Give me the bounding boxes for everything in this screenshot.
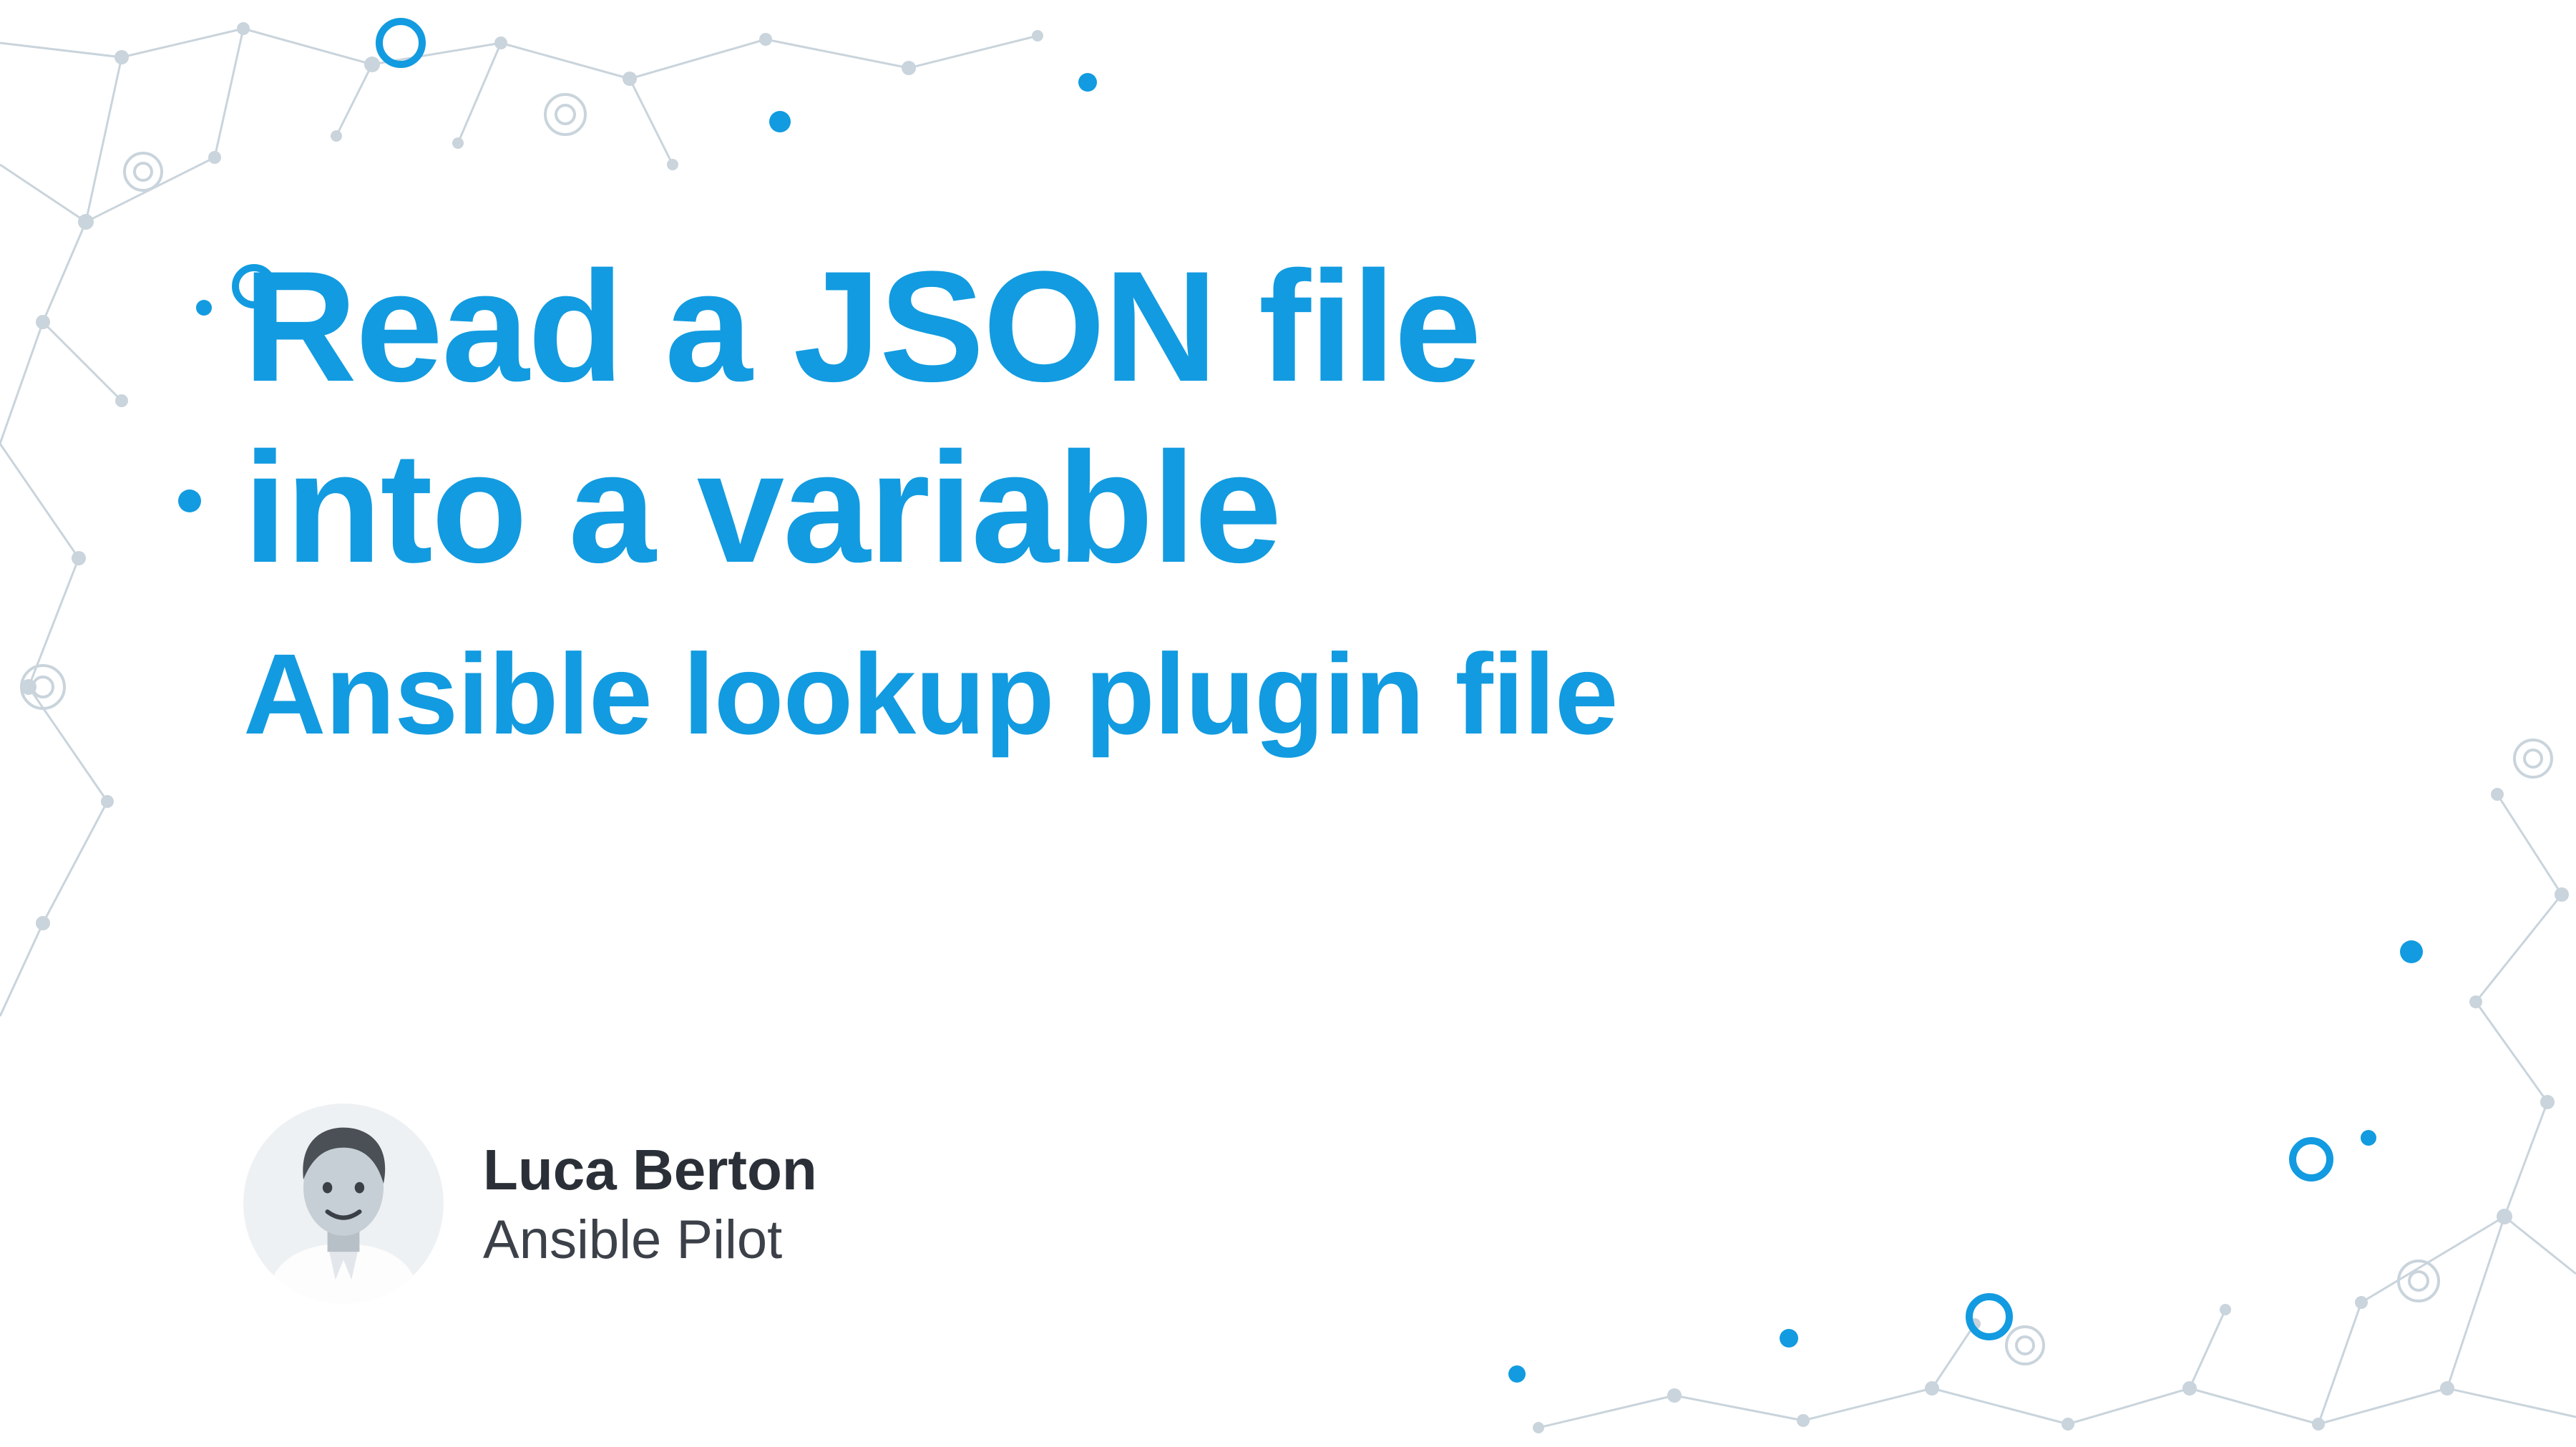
avatar: [243, 1103, 444, 1304]
author-block: Luca Berton Ansible Pilot: [243, 1103, 817, 1304]
author-text: Luca Berton Ansible Pilot: [483, 1134, 817, 1274]
title-line-1: Read a JSON file: [243, 236, 2390, 417]
slide: Read a JSON file into a variable Ansible…: [0, 0, 2576, 1447]
title-line-2: into a variable: [243, 417, 2390, 598]
author-name: Luca Berton: [483, 1134, 817, 1206]
subtitle: Ansible lookup plugin file: [243, 625, 2390, 763]
author-role: Ansible Pilot: [483, 1206, 817, 1274]
title-block: Read a JSON file into a variable Ansible…: [243, 236, 2390, 763]
